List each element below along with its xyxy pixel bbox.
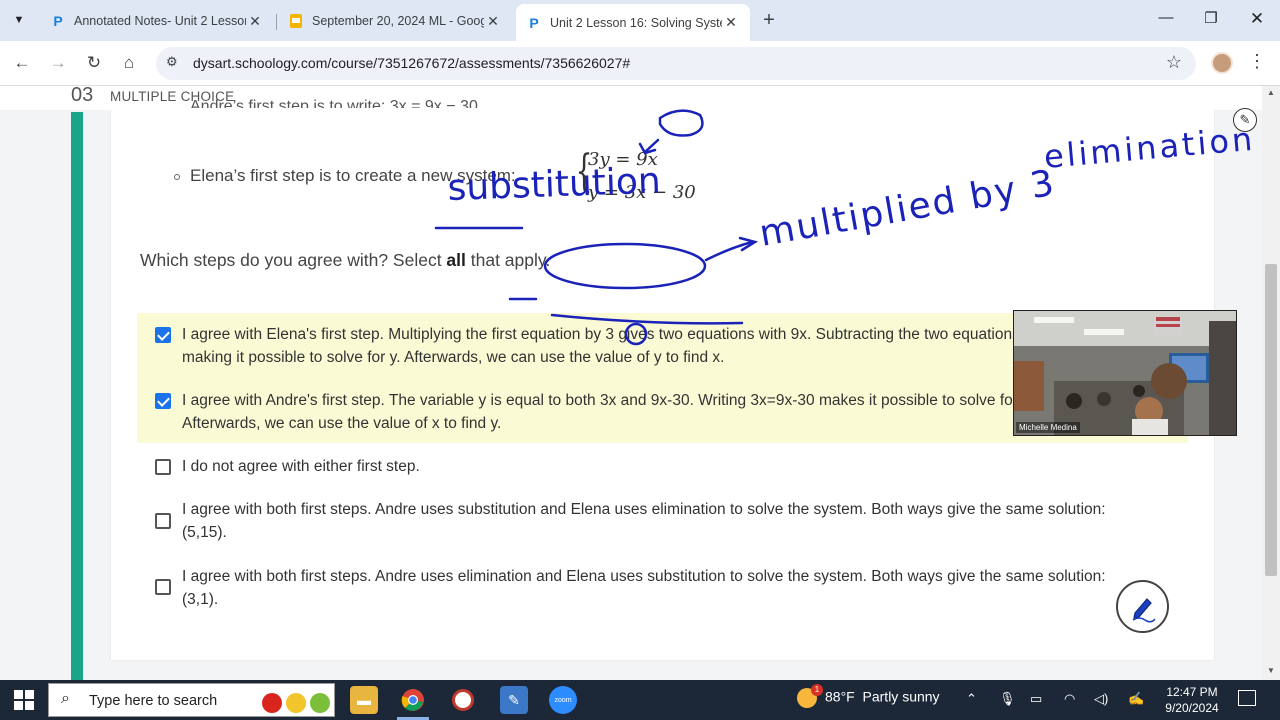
google-slides-icon: [288, 13, 304, 29]
answer-option-4[interactable]: I agree with both first steps. Andre use…: [155, 498, 1115, 544]
file-explorer-icon[interactable]: ▬: [350, 686, 378, 714]
close-window-icon[interactable]: ✕: [1245, 9, 1269, 29]
answer-option-2[interactable]: I agree with Andre's first step. The var…: [155, 389, 1115, 435]
system-equation-2: y = 3x − 30: [588, 182, 696, 203]
tab-separator: [276, 14, 277, 30]
draw-tool-button[interactable]: [1116, 580, 1169, 633]
close-icon[interactable]: ✕: [722, 14, 740, 31]
reload-icon[interactable]: ↻: [82, 51, 106, 75]
windows-start-icon[interactable]: [14, 690, 34, 710]
system-clock[interactable]: 12:47 PM 9/20/2024: [1160, 684, 1224, 716]
close-icon[interactable]: ✕: [246, 13, 264, 30]
tab-unit2-lesson16[interactable]: P Unit 2 Lesson 16: Solving Systems ✕: [516, 4, 750, 41]
chrome-icon[interactable]: [399, 686, 427, 714]
new-tab-button[interactable]: +: [758, 9, 780, 32]
schoology-icon: P: [529, 14, 539, 31]
tab-search-button[interactable]: ▼: [6, 8, 32, 32]
checkbox-unchecked[interactable]: [155, 513, 171, 529]
page-scrollbar[interactable]: ▲ ▼: [1262, 86, 1280, 680]
windows-taskbar: ⌕ Type here to search ▬ ✎ zoom 1 88°F Par…: [0, 680, 1280, 720]
forward-icon[interactable]: →: [46, 51, 70, 75]
checkbox-checked[interactable]: [155, 393, 171, 409]
search-icon: ⌕: [61, 690, 70, 707]
tab-google-slides[interactable]: September 20, 2024 ML - Google Slides ✕: [278, 6, 512, 36]
classroom-video-feed: [1014, 311, 1236, 435]
answer-option-1[interactable]: I agree with Elena's first step. Multipl…: [155, 323, 1115, 369]
participant-name: Michelle Medina: [1016, 422, 1080, 433]
bullet-icon: [174, 173, 180, 180]
andre-step-text: Andre’s first step is to write: 3x = 9x …: [190, 98, 478, 108]
tab-annotated-notes[interactable]: P Annotated Notes- Unit 2 Lesson 15 ✕: [40, 6, 274, 36]
video-call-overlay[interactable]: Michelle Medina: [1013, 310, 1237, 436]
scroll-thumb[interactable]: [1265, 264, 1277, 576]
microphone-icon[interactable]: 🎙: [999, 691, 1016, 707]
assessment-page: 03 MULTIPLE CHOICE Andre’s first step is…: [0, 86, 1280, 680]
minimize-icon[interactable]: —: [1154, 9, 1178, 26]
question-accent-bar: [71, 112, 83, 680]
profile-avatar[interactable]: [1211, 52, 1233, 74]
back-icon[interactable]: ←: [10, 51, 34, 75]
show-hidden-icons[interactable]: ⌃: [966, 691, 977, 707]
scroll-up-icon[interactable]: ▲: [1267, 88, 1275, 97]
taskbar-search-box[interactable]: ⌕ Type here to search: [48, 683, 335, 717]
whiteboard-app-icon[interactable]: ✎: [500, 686, 528, 714]
schoology-icon: P: [53, 13, 63, 29]
checkbox-checked[interactable]: [155, 327, 171, 343]
apple-red-icon: [262, 693, 282, 713]
pen-menu-icon[interactable]: ✍: [1128, 691, 1144, 707]
site-info-icon[interactable]: ⚙: [166, 54, 178, 70]
system-equation-1: 3y = 9x: [588, 149, 658, 170]
answer-option-3[interactable]: I do not agree with either first step.: [155, 455, 1115, 478]
weather-alert-badge: 1: [811, 684, 823, 696]
url-field[interactable]: ⚙ dysart.schoology.com/course/7351267672…: [156, 47, 1196, 80]
app-icon-round[interactable]: [449, 686, 477, 714]
checkbox-unchecked[interactable]: [155, 579, 171, 595]
zoom-icon[interactable]: zoom: [549, 686, 577, 714]
scroll-down-icon[interactable]: ▼: [1267, 666, 1275, 675]
restore-icon[interactable]: ❐: [1199, 9, 1223, 27]
answer-option-5[interactable]: I agree with both first steps. Andre use…: [155, 565, 1115, 611]
checkbox-unchecked[interactable]: [155, 459, 171, 475]
notifications-icon[interactable]: [1238, 690, 1256, 706]
question-prompt: Which steps do you agree with? Select al…: [140, 250, 551, 270]
close-icon[interactable]: ✕: [484, 13, 502, 30]
bookmark-star-icon[interactable]: ☆: [1166, 52, 1182, 73]
question-number: 03: [71, 86, 94, 106]
apple-green-icon: [310, 693, 330, 713]
elena-step: Elena’s first step is to create a new sy…: [174, 166, 516, 186]
home-icon[interactable]: ⌂: [117, 51, 141, 75]
tab-strip: ▼ P Annotated Notes- Unit 2 Lesson 15 ✕ …: [0, 0, 1280, 41]
address-bar: ← → ↻ ⌂ ⚙ dysart.schoology.com/course/73…: [0, 41, 1280, 86]
battery-icon[interactable]: ▭: [1030, 691, 1042, 707]
apple-yellow-icon: [286, 693, 306, 713]
more-menu-icon[interactable]: ⋮: [1248, 51, 1266, 72]
weather-widget[interactable]: 1 88°F Partly sunny: [797, 684, 940, 708]
pen-icon: [1132, 597, 1156, 622]
volume-icon[interactable]: ◁): [1094, 691, 1108, 707]
wifi-icon[interactable]: ◠: [1064, 691, 1075, 707]
annotate-pencil-icon[interactable]: ✎: [1233, 108, 1257, 132]
